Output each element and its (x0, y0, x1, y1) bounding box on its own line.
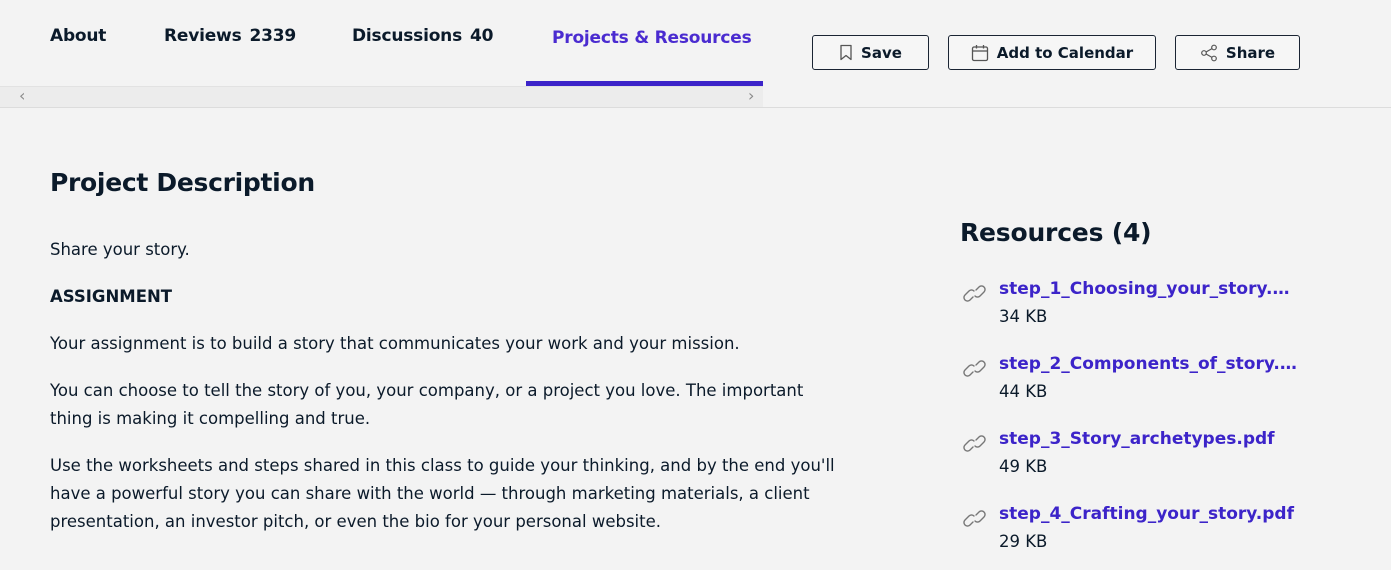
tab-discussions-label: Discussions (352, 26, 463, 46)
scroll-left-icon[interactable]: ‹ (19, 86, 25, 106)
scroll-right-icon[interactable]: › (748, 86, 754, 106)
project-description-body: Share your story. ASSIGNMENT Your assign… (50, 236, 850, 555)
tab-projects-label: Projects & Resources (552, 28, 752, 48)
share-icon (1201, 44, 1217, 61)
tab-reviews[interactable]: Reviews 2339 (164, 26, 296, 46)
assignment-paragraph-3: Use the worksheets and steps shared in t… (50, 456, 835, 531)
resource-link[interactable]: step_4_Crafting_your_story.pdf (999, 504, 1299, 524)
top-navigation: About Reviews 2339 Discussions 40 Projects… (0, 0, 1391, 108)
link-icon (963, 285, 986, 302)
tab-about[interactable]: About (50, 26, 106, 46)
add-to-calendar-button[interactable]: Add to Calendar (948, 35, 1156, 70)
tab-about-label: About (50, 26, 107, 46)
share-label: Share (1225, 43, 1276, 62)
resource-size: 34 KB (999, 307, 1048, 326)
project-description-title: Project Description (50, 168, 315, 197)
share-button[interactable]: Share (1175, 35, 1300, 70)
tab-reviews-label: Reviews (164, 26, 242, 46)
resource-size: 29 KB (999, 532, 1048, 551)
calendar-label: Add to Calendar (996, 43, 1134, 62)
project-intro: Share your story. (50, 240, 190, 259)
resource-item: step_1_Choosing_your_story.pdf 34 KB (962, 279, 1322, 339)
assignment-heading: ASSIGNMENT (50, 287, 173, 306)
tab-projects-resources[interactable]: Projects & Resources (552, 28, 752, 48)
save-label: Save (861, 43, 902, 62)
resource-item: step_2_Components_of_story.... 44 KB (962, 354, 1322, 414)
resource-size: 49 KB (999, 457, 1048, 476)
resource-item: step_4_Crafting_your_story.pdf 29 KB (962, 504, 1322, 564)
save-button[interactable]: Save (812, 35, 929, 70)
tab-discussions[interactable]: Discussions 40 (352, 26, 493, 46)
link-icon (963, 510, 986, 527)
resource-link[interactable]: step_1_Choosing_your_story.pdf (999, 279, 1299, 299)
resource-link[interactable]: step_3_Story_archetypes.pdf (999, 429, 1299, 449)
resources-title: Resources (4) (960, 218, 1152, 247)
tab-bar: About Reviews 2339 Discussions 40 Projects… (0, 0, 763, 86)
assignment-paragraph-2: You can choose to tell the story of you,… (50, 381, 804, 428)
assignment-paragraph-1: Your assignment is to build a story that… (50, 334, 740, 353)
link-icon (963, 360, 986, 377)
resource-link[interactable]: step_2_Components_of_story.... (999, 354, 1299, 374)
bookmark-icon (840, 44, 852, 61)
resource-item: step_3_Story_archetypes.pdf 49 KB (962, 429, 1322, 489)
link-icon (963, 435, 986, 452)
calendar-icon (971, 44, 988, 61)
tab-discussions-count: 40 (470, 26, 494, 46)
tab-reviews-count: 2339 (249, 26, 296, 46)
resource-size: 44 KB (999, 382, 1048, 401)
tab-scrollbar[interactable] (0, 86, 763, 107)
